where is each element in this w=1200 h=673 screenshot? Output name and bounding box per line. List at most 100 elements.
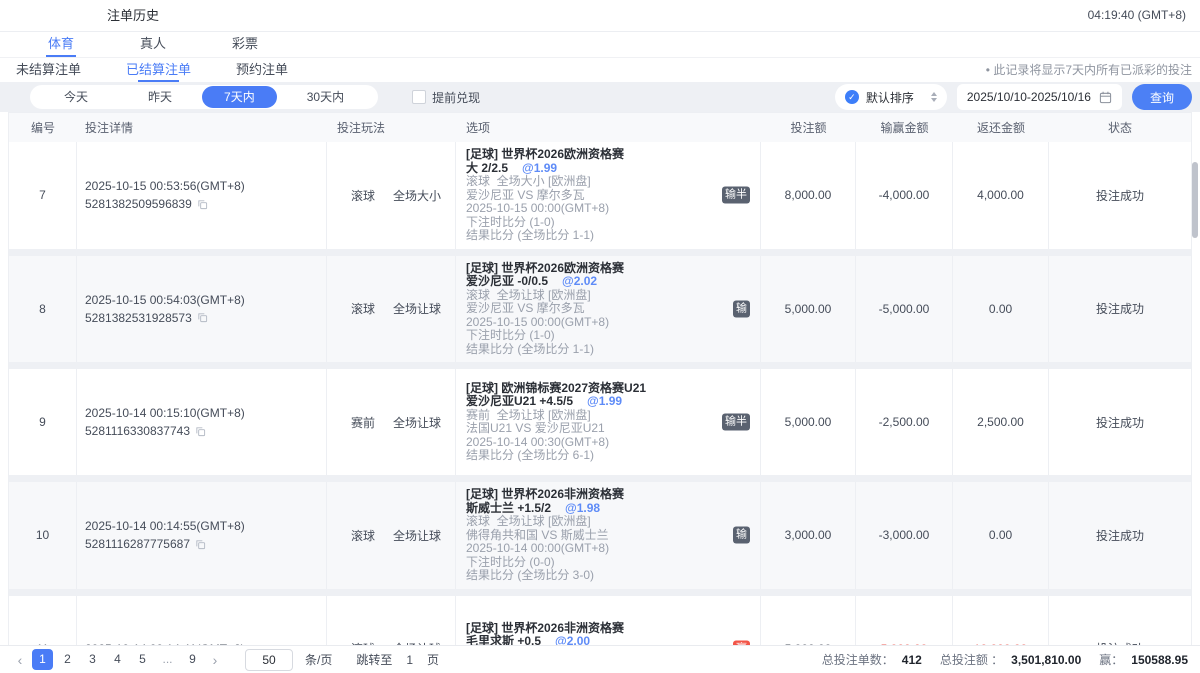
total-bets-value: 412 xyxy=(902,653,922,667)
option-detail-line: 2025-10-14 00:00(GMT+8) xyxy=(466,542,760,556)
next-page-button[interactable]: › xyxy=(207,652,223,668)
odds-value: @2.00 xyxy=(555,634,590,645)
bet-history-page: 注单历史 04:19:40 (GMT+8) 体育真人彩票 未结算注单已结算注单预… xyxy=(0,0,1200,673)
total-amount-value: 3,501,810.00 xyxy=(1011,653,1081,667)
quick-filter-7天内[interactable]: 7天内 xyxy=(202,86,277,108)
stake-amount: 8,000.00 xyxy=(761,142,856,249)
tab-真人[interactable]: 真人 xyxy=(140,33,166,57)
winloss-amount: -3,000.00 xyxy=(856,482,953,589)
stake-amount: 5,000.00 xyxy=(761,369,856,475)
order-id: 5281382509596839 xyxy=(85,195,192,213)
returned-amount: 10,000.00 xyxy=(953,596,1049,646)
league-name: [足球] 世界杯2026非洲资格赛 xyxy=(466,488,760,502)
option-detail-line: 结果比分 (全场比分 3-0) xyxy=(466,569,760,583)
sort-selected-value: 默认排序 xyxy=(866,89,914,106)
col-header-details: 投注详情 xyxy=(77,119,327,136)
subtab-未结算注单[interactable]: 未结算注单 xyxy=(16,59,81,82)
tab-彩票[interactable]: 彩票 xyxy=(232,33,258,57)
sub-tabs: 未结算注单 已结算注单 预约注单 xyxy=(16,59,288,82)
league-name: [足球] 世界杯2026欧洲资格赛 xyxy=(466,148,760,162)
bet-time: 2025-10-15 00:54:03(GMT+8) xyxy=(85,291,326,309)
league-name: [足球] 世界杯2026非洲资格赛 xyxy=(466,622,760,636)
odds-value: @1.98 xyxy=(565,501,600,515)
option-detail-line: 结果比分 (全场比分 1-1) xyxy=(466,343,760,357)
prev-page-button[interactable]: ‹ xyxy=(12,652,28,668)
bet-time: 2025-10-15 00:53:56(GMT+8) xyxy=(85,177,326,195)
winloss-amount: -5,000.00 xyxy=(856,256,953,363)
option-cell: [足球] 世界杯2026非洲资格赛 斯威士兰 +1.5/2@1.98 滚球 全场… xyxy=(456,482,761,589)
page-button-1[interactable]: 1 xyxy=(32,649,53,670)
option-detail-line: 滚球 全场让球 [欧洲盘] xyxy=(466,515,760,529)
play-cell: 滚球 全场大小 xyxy=(327,142,456,249)
play-cell: 赛前 全场让球 xyxy=(327,369,456,475)
totals-summary: 总投注单数： 412 总投注额 ： 3,501,810.00 赢： 150588… xyxy=(822,651,1188,668)
row-number: 10 xyxy=(9,482,77,589)
option-details: 滚球 全场让球 [欧洲盘]佛得角共和国 VS 斯威士兰2025-10-14 00… xyxy=(466,515,760,583)
col-header-option: 选项 xyxy=(456,119,761,136)
option-detail-line: 法国U21 VS 爱沙尼亚U21 xyxy=(466,422,760,436)
row-number: 11 xyxy=(9,596,77,646)
status-cell: 投注成功 xyxy=(1049,482,1191,589)
play-name: 全场让球 xyxy=(393,527,441,544)
table-row: 7 2025-10-15 00:53:56(GMT+8) 52813825095… xyxy=(9,142,1191,249)
vertical-scrollbar[interactable] xyxy=(1192,162,1198,238)
play-type: 滚球 xyxy=(351,300,375,317)
bet-details-cell: 2025-10-14 00:15:10(GMT+8) 5281116330837… xyxy=(77,369,327,475)
option-cell: [足球] 世界杯2026非洲资格赛 毛里求斯 +0.5@2.00 滚球 全场让球… xyxy=(456,596,761,646)
option-details: 滚球 全场让球 [欧洲盘]爱沙尼亚 VS 摩尔多瓦2025-10-15 00:0… xyxy=(466,289,760,357)
option-detail-line: 下注时比分 (0-0) xyxy=(466,556,760,570)
page-button-9[interactable]: 9 xyxy=(182,649,203,670)
copy-icon[interactable] xyxy=(197,312,208,323)
stake-amount: 3,000.00 xyxy=(761,482,856,589)
page-button-5[interactable]: 5 xyxy=(132,649,153,670)
copy-icon[interactable] xyxy=(195,539,206,550)
returned-amount: 0.00 xyxy=(953,256,1049,363)
result-badge: 输半 xyxy=(722,187,750,204)
option-details: 赛前 全场让球 [欧洲盘]法国U21 VS 爱沙尼亚U212025-10-14 … xyxy=(466,409,760,463)
option-detail-line: 滚球 全场大小 [欧洲盘] xyxy=(466,175,760,189)
date-range-value: 2025/10/10-2025/10/16 xyxy=(967,90,1091,104)
play-cell: 滚球 全场让球 xyxy=(327,482,456,589)
col-header-play: 投注玩法 xyxy=(327,119,456,136)
page-button-3[interactable]: 3 xyxy=(82,649,103,670)
quick-filter-昨天[interactable]: 昨天 xyxy=(118,87,202,107)
returned-amount: 2,500.00 xyxy=(953,369,1049,475)
page-button-2[interactable]: 2 xyxy=(57,649,78,670)
result-badge: 输 xyxy=(733,527,750,544)
option-detail-line: 2025-10-15 00:00(GMT+8) xyxy=(466,202,760,216)
option-detail-line: 滚球 全场让球 [欧洲盘] xyxy=(466,289,760,303)
main-tabs: 体育 真人 彩票 xyxy=(0,32,1200,58)
option-detail-line: 爱沙尼亚 VS 摩尔多瓦 xyxy=(466,302,760,316)
row-number: 9 xyxy=(9,369,77,475)
page-button-4[interactable]: 4 xyxy=(107,649,128,670)
table-header: 编号 投注详情 投注玩法 选项 投注额 输赢金额 返还金额 状态 xyxy=(8,112,1192,142)
page-ellipsis: ... xyxy=(157,649,178,670)
col-header-status: 状态 xyxy=(1049,119,1191,136)
subtab-已结算注单[interactable]: 已结算注单 xyxy=(126,59,191,82)
early-cashout[interactable]: 提前兑现 xyxy=(412,89,480,106)
win-label: 赢： xyxy=(1099,651,1123,668)
result-badge: 输半 xyxy=(722,414,750,431)
filter-bar: 今天昨天7天内30天内 提前兑现 ✓ 默认排序 2025/10/10-2025/… xyxy=(0,82,1200,112)
page-size-input[interactable]: 50 xyxy=(245,649,293,671)
option-detail-line: 2025-10-15 00:00(GMT+8) xyxy=(466,316,760,330)
date-range-picker[interactable]: 2025/10/10-2025/10/16 xyxy=(957,84,1122,110)
jump-page-input[interactable]: 1 xyxy=(406,653,413,667)
play-name: 全场让球 xyxy=(393,414,441,431)
jump-suffix: 页 xyxy=(427,651,439,668)
subtab-预约注单[interactable]: 预约注单 xyxy=(236,59,288,82)
pick-selection: 大 2/2.5 xyxy=(466,161,508,175)
play-name: 全场大小 xyxy=(393,187,441,204)
tab-体育[interactable]: 体育 xyxy=(48,33,74,57)
pick-selection: 毛里求斯 +0.5 xyxy=(466,634,541,645)
search-button[interactable]: 查询 xyxy=(1132,84,1192,110)
copy-icon[interactable] xyxy=(197,199,208,210)
quick-filter-今天[interactable]: 今天 xyxy=(34,87,118,107)
returned-amount: 0.00 xyxy=(953,482,1049,589)
copy-icon[interactable] xyxy=(195,426,206,437)
odds-value: @1.99 xyxy=(587,394,622,408)
quick-filter-30天内[interactable]: 30天内 xyxy=(277,87,374,107)
col-header-stake: 投注额 xyxy=(761,119,856,136)
early-cashout-checkbox[interactable] xyxy=(412,90,426,104)
sort-select[interactable]: ✓ 默认排序 xyxy=(835,84,947,110)
